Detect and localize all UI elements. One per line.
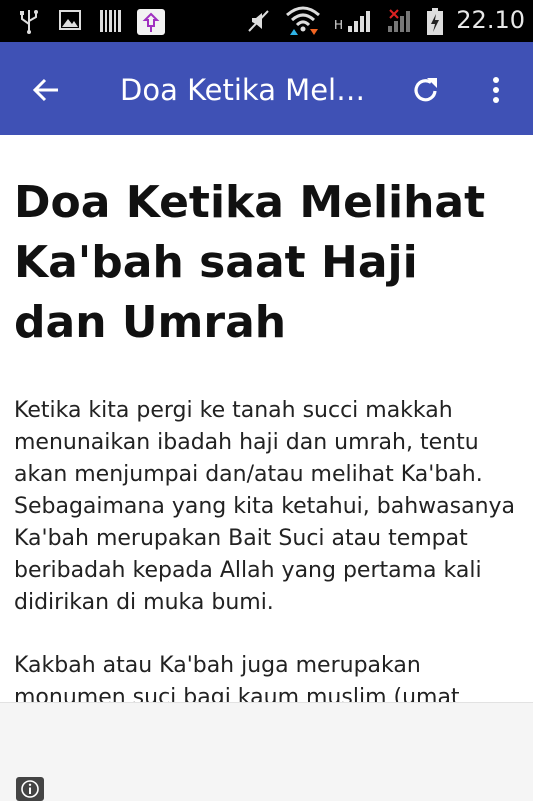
article-content[interactable]: Doa Ketika Melihat Ka'bah saat Haji dan … <box>0 135 533 702</box>
ad-info-button[interactable] <box>16 777 44 801</box>
more-vert-icon <box>493 77 499 103</box>
image-icon <box>59 10 81 30</box>
back-button[interactable] <box>22 66 70 114</box>
article-paragraph: Ketika kita pergi ke tanah succi makkah … <box>14 398 516 615</box>
clock: 22.10 <box>456 6 525 34</box>
signal-icon <box>348 11 370 32</box>
app-notification-icon <box>137 9 165 35</box>
refresh-icon <box>414 78 437 102</box>
status-bar: H 22.10 <box>0 0 533 42</box>
arrow-back-icon <box>32 78 58 102</box>
ad-banner[interactable] <box>0 702 533 801</box>
mute-icon <box>248 10 269 32</box>
usb-icon <box>20 10 38 34</box>
wifi-icon <box>286 6 320 35</box>
refresh-button[interactable] <box>402 66 450 114</box>
signal-x-icon <box>388 9 410 32</box>
app-bar-title: Doa Ketika Mel… <box>120 73 366 107</box>
app-bar: Doa Ketika Mel… <box>0 42 533 135</box>
network-type-label: H <box>334 18 344 32</box>
info-icon <box>21 780 39 798</box>
article-title: Doa Ketika Melihat Ka'bah saat Haji dan … <box>14 177 486 348</box>
more-options-button[interactable] <box>474 66 518 114</box>
battery-charging-icon <box>427 8 443 35</box>
article-paragraph: Kakbah atau Ka'bah juga merupakan monume… <box>14 653 460 702</box>
barcode-icon <box>100 10 121 32</box>
